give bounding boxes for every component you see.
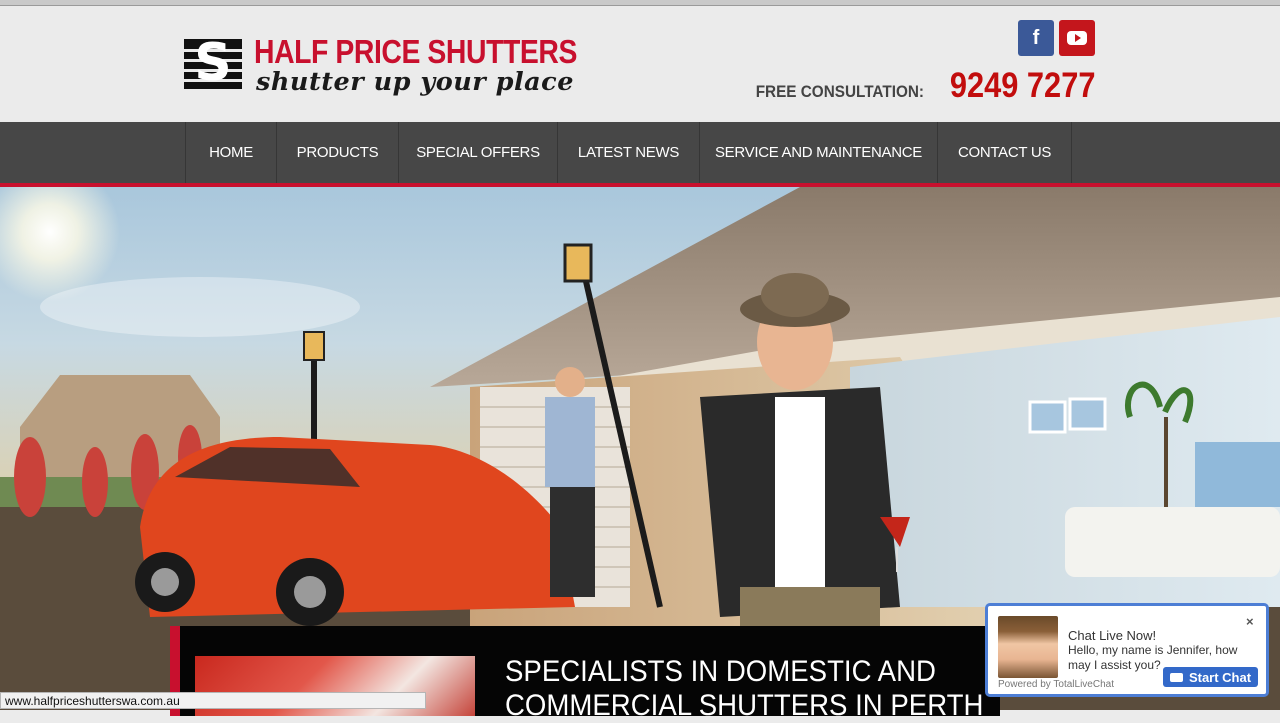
youtube-button[interactable] xyxy=(1059,20,1095,56)
nav-item-products[interactable]: PRODUCTS xyxy=(277,122,399,183)
youtube-icon xyxy=(1067,31,1087,45)
browser-status-bar: www.halfpriceshutterswa.com.au xyxy=(0,692,426,709)
nav-item-home[interactable]: HOME xyxy=(186,122,277,183)
nav-item-special-offers[interactable]: SPECIAL OFFERS xyxy=(399,122,558,183)
hero-heading-line-2: COMMERCIAL SHUTTERS IN PERTH xyxy=(505,689,984,722)
chat-title: Chat Live Now! xyxy=(1068,628,1157,643)
start-chat-label: Start Chat xyxy=(1188,669,1252,685)
live-chat-widget[interactable]: Chat Live Now! Hello, my name is Jennife… xyxy=(985,603,1269,697)
close-icon[interactable]: × xyxy=(1246,614,1254,629)
nav-item-latest-news[interactable]: LATEST NEWS xyxy=(558,122,700,183)
logo-letter: S xyxy=(194,39,232,89)
facebook-button[interactable]: f xyxy=(1018,20,1054,56)
start-chat-button[interactable]: Start Chat xyxy=(1163,667,1258,687)
agent-avatar xyxy=(998,616,1058,678)
site-logo[interactable]: S HALF PRICE SHUTTERS shutter up your pl… xyxy=(184,33,604,99)
free-consultation: FREE CONSULTATION: 9249 7277 xyxy=(737,66,1095,106)
nav-item-service-maintenance[interactable]: SERVICE AND MAINTENANCE xyxy=(700,122,938,183)
facebook-icon: f xyxy=(1032,26,1040,49)
consultation-label: FREE CONSULTATION: xyxy=(755,82,924,101)
man-in-shirt xyxy=(545,367,595,597)
chat-powered-by[interactable]: Powered by TotalLiveChat xyxy=(998,679,1114,690)
hero-heading-line-1: SPECIALISTS IN DOMESTIC AND xyxy=(505,655,936,688)
chat-bubble-icon xyxy=(1169,672,1183,682)
logo-tagline: shutter up your place xyxy=(256,67,574,96)
logo-title: HALF PRICE SHUTTERS xyxy=(254,33,577,70)
consultation-phone[interactable]: 9249 7277 xyxy=(949,66,1095,106)
logo-shutter-mark: S xyxy=(184,39,242,89)
main-navigation: HOME PRODUCTS SPECIAL OFFERS LATEST NEWS… xyxy=(0,122,1280,187)
hero-heading: SPECIALISTS IN DOMESTIC AND COMMERCIAL S… xyxy=(505,655,983,723)
nav-item-contact-us[interactable]: CONTACT US xyxy=(938,122,1072,183)
